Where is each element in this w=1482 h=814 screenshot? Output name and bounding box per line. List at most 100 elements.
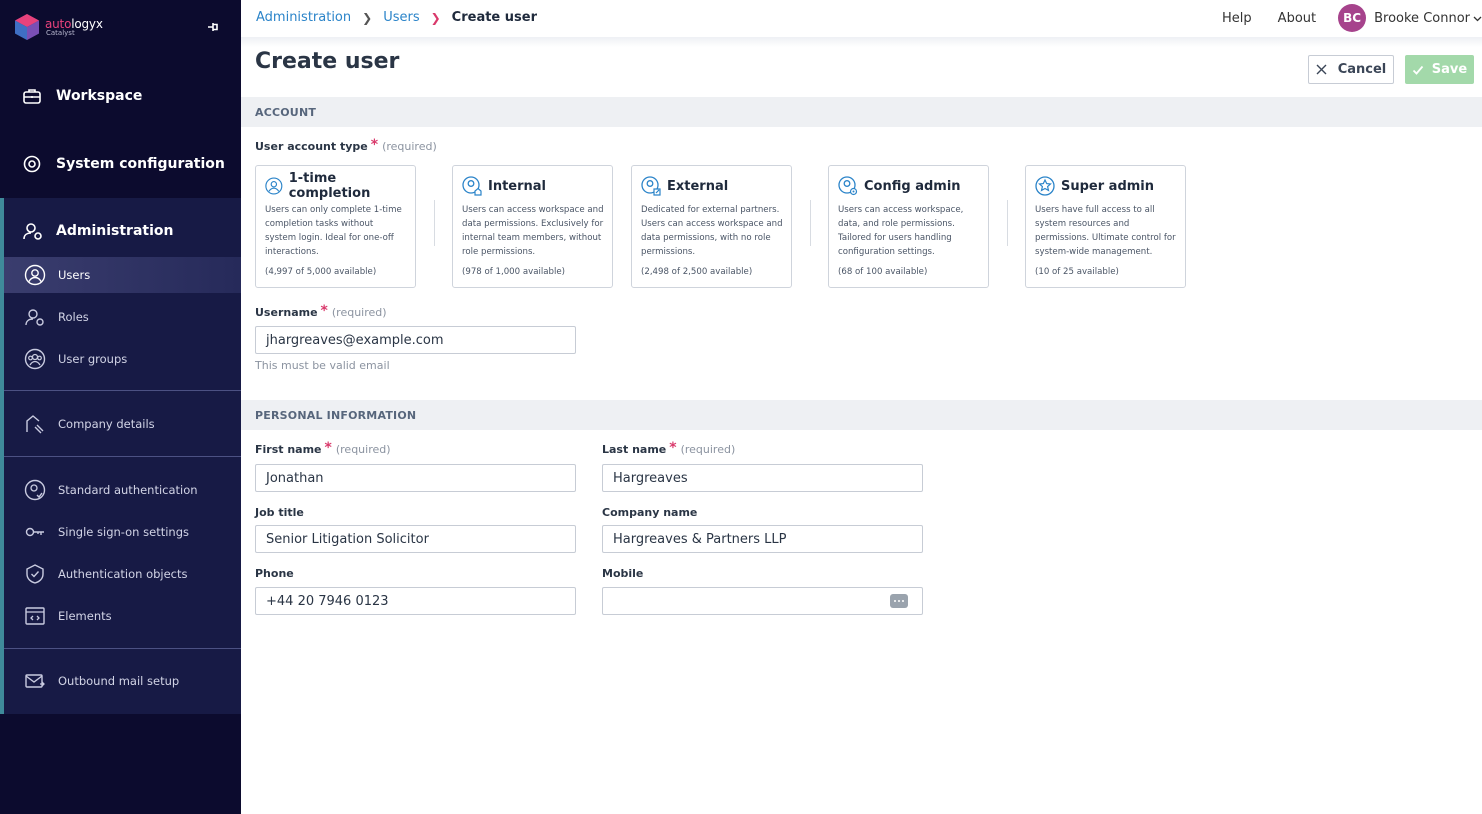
- account-type-card-1-time-completion[interactable]: 1-time completion Users can only complet…: [255, 165, 416, 288]
- logo-cube-icon: [15, 14, 39, 40]
- sidebar-item-roles[interactable]: Roles: [4, 299, 241, 335]
- company-name-input[interactable]: Hargreaves & Partners LLP: [602, 525, 923, 553]
- sidebar-item-authentication-objects[interactable]: Authentication objects: [4, 556, 241, 592]
- user-name[interactable]: Brooke Connor: [1374, 11, 1470, 26]
- sidebar-item-label: Company details: [58, 417, 155, 431]
- account-section-header: ACCOUNT: [241, 97, 1482, 127]
- phone-input[interactable]: +44 20 7946 0123: [255, 587, 576, 615]
- card-availability: (4,997 of 5,000 available): [265, 267, 377, 277]
- card-title: Config admin: [838, 176, 980, 196]
- elements-icon: [25, 607, 45, 625]
- card-separator: [1007, 200, 1008, 246]
- username-hint: This must be valid email: [255, 359, 390, 372]
- username-label: Username * (required): [255, 303, 387, 319]
- breadcrumb-administration[interactable]: Administration: [256, 10, 351, 25]
- account-type-card-config-admin[interactable]: Config admin Users can access workspace,…: [828, 165, 989, 288]
- card-availability: (978 of 1,000 available): [462, 267, 565, 277]
- sidebar-item-label: Standard authentication: [58, 483, 198, 497]
- last-name-input[interactable]: Hargreaves: [602, 464, 923, 492]
- save-button[interactable]: Save: [1405, 55, 1474, 84]
- required-text: (required): [680, 443, 736, 456]
- sidebar-item-company-details[interactable]: Company details: [4, 406, 241, 442]
- sidebar-item-label: Outbound mail setup: [58, 674, 180, 688]
- user-account-type-label-text: User account type: [255, 140, 368, 153]
- administration-section: Administration Users Roles User groups C…: [0, 198, 241, 714]
- chevron-right-icon: ❯: [430, 10, 441, 25]
- sidebar-item-label: Authentication objects: [58, 567, 188, 581]
- user-external-icon: [641, 176, 661, 196]
- brand-subtitle: Catalyst: [46, 28, 75, 37]
- nav-administration-label: Administration: [56, 223, 174, 239]
- cancel-button[interactable]: Cancel: [1308, 55, 1394, 84]
- required-star: *: [669, 440, 677, 456]
- personal-information-section-header: PERSONAL INFORMATION: [241, 400, 1482, 430]
- job-title-input[interactable]: Senior Litigation Solicitor: [255, 525, 576, 553]
- card-title-text: Super admin: [1061, 178, 1155, 194]
- phone-label: Phone: [255, 567, 294, 580]
- brand-logo[interactable]: autologyx Catalyst: [14, 12, 103, 42]
- help-link[interactable]: Help: [1222, 11, 1252, 26]
- sidebar-item-standard-authentication[interactable]: Standard authentication: [4, 472, 241, 508]
- more-options-icon[interactable]: [890, 594, 908, 608]
- avatar[interactable]: BC: [1338, 4, 1367, 32]
- nav-administration[interactable]: Administration: [4, 212, 241, 250]
- key-icon: [25, 527, 44, 537]
- card-description: Users have full access to all system res…: [1035, 205, 1176, 257]
- first-name-label-text: First name: [255, 443, 322, 456]
- required-text: (required): [331, 306, 387, 319]
- save-button-label: Save: [1431, 62, 1468, 77]
- mobile-input[interactable]: [602, 587, 923, 615]
- about-link[interactable]: About: [1278, 11, 1316, 26]
- nav-workspace-label: Workspace: [56, 88, 143, 104]
- username-label-text: Username: [255, 306, 318, 319]
- cancel-button-label: Cancel: [1337, 62, 1387, 77]
- card-availability: (10 of 25 available): [1035, 267, 1119, 277]
- card-title-text: External: [667, 178, 729, 194]
- company-details-icon: [26, 415, 44, 434]
- nav-system-configuration-label: System configuration: [56, 156, 225, 172]
- required-star: *: [320, 303, 328, 319]
- sidebar-item-single-sign-on-settings[interactable]: Single sign-on settings: [4, 514, 241, 550]
- card-title: Internal: [462, 176, 604, 196]
- account-type-card-internal[interactable]: Internal Users can access workspace and …: [452, 165, 613, 288]
- main-content: Administration ❯ Users ❯ Create user Hel…: [241, 0, 1482, 814]
- user-home-icon: [462, 176, 482, 196]
- chevron-down-icon[interactable]: [1473, 14, 1482, 23]
- standard-authentication-icon: [24, 479, 46, 501]
- account-type-card-external[interactable]: External Dedicated for external partners…: [631, 165, 792, 288]
- first-name-input[interactable]: Jonathan: [255, 464, 576, 492]
- sidebar-item-outbound-mail-setup[interactable]: Outbound mail setup: [4, 663, 241, 699]
- card-availability: (2,498 of 2,500 available): [641, 267, 753, 277]
- user-star-icon: [1035, 176, 1055, 196]
- check-icon: [1412, 65, 1423, 75]
- nav-system-configuration[interactable]: System configuration: [0, 136, 241, 192]
- header-shadow: [241, 37, 1482, 47]
- card-availability: (68 of 100 available): [838, 267, 928, 277]
- nav-workspace[interactable]: Workspace: [0, 68, 241, 124]
- sidebar-item-label: Roles: [58, 310, 89, 324]
- close-icon: [1316, 64, 1327, 75]
- breadcrumb-current: Create user: [451, 10, 537, 25]
- mobile-label: Mobile: [602, 567, 644, 580]
- breadcrumb: Administration ❯ Users ❯ Create user: [256, 10, 537, 25]
- required-star: *: [370, 137, 379, 153]
- required-star: *: [324, 440, 332, 456]
- sidebar-item-label: Single sign-on settings: [58, 525, 189, 539]
- card-title: Super admin: [1035, 176, 1177, 196]
- breadcrumb-users[interactable]: Users: [383, 10, 419, 25]
- card-description: Users can access workspace and data perm…: [462, 205, 604, 257]
- sidebar-item-elements[interactable]: Elements: [4, 598, 241, 634]
- sidebar-item-users[interactable]: Users: [4, 257, 241, 293]
- sidebar-item-user-groups[interactable]: User groups: [4, 341, 241, 377]
- company-name-label: Company name: [602, 506, 698, 519]
- card-title: 1-time completion: [265, 171, 407, 201]
- user-account-type-label: User account type * (required): [255, 137, 437, 153]
- sidebar-divider: [4, 390, 241, 391]
- pin-icon[interactable]: [206, 20, 220, 34]
- card-description: Users can only complete 1-time completio…: [265, 205, 402, 257]
- mail-icon: [25, 674, 45, 688]
- header-right: Help About BC Brooke Connor: [1222, 4, 1482, 32]
- user-clock-icon: [265, 177, 283, 195]
- account-type-card-super-admin[interactable]: Super admin Users have full access to al…: [1025, 165, 1186, 288]
- username-input[interactable]: jhargreaves@example.com: [255, 326, 576, 354]
